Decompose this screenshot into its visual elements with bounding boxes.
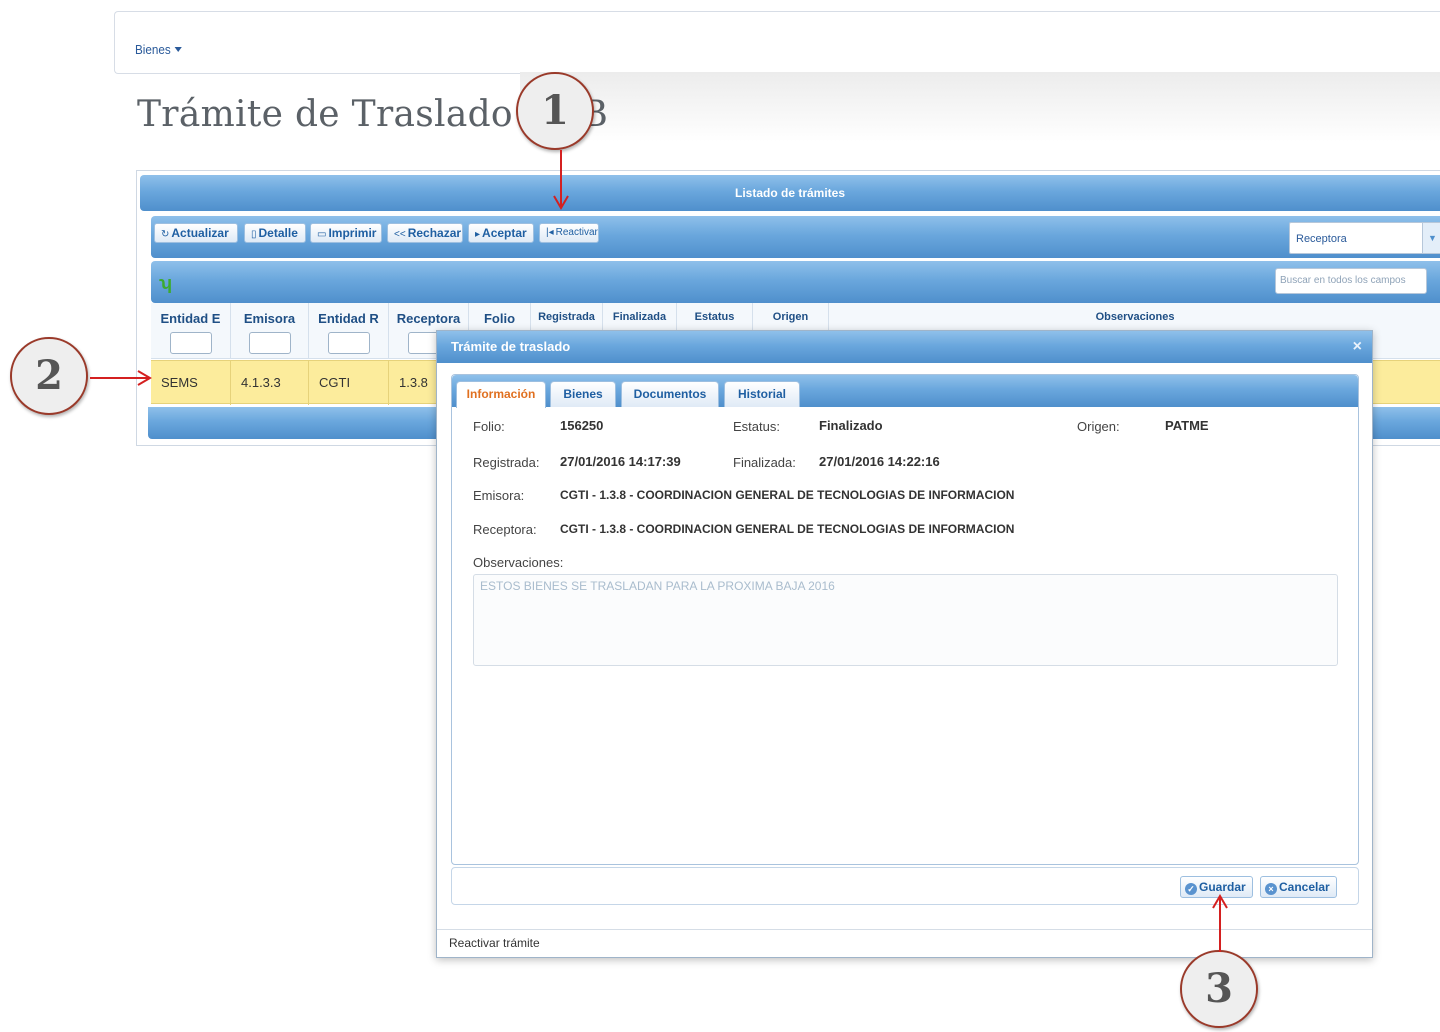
search-input[interactable]: Buscar en todos los campos [1275, 268, 1427, 294]
observaciones-textarea[interactable]: ESTOS BIENES SE TRASLADAN PARA LA PROXIM… [473, 574, 1338, 666]
skip-back-icon: |◂ [546, 227, 554, 238]
column-label: Origen [772, 311, 809, 323]
folio-value: 156250 [560, 418, 604, 433]
detalle-label: Detalle [258, 226, 298, 240]
tramite-dialog: Trámite de traslado × Información Bienes… [436, 330, 1373, 958]
caret-down-icon [174, 47, 182, 52]
reactivar-label: Reactivar [555, 227, 598, 238]
top-menu-bar: Bienes [114, 11, 1440, 74]
column-label: Entidad R [318, 311, 379, 326]
grid-toolbar: ↻ Actualizar ▯ Detalle ▭ Imprimir << Rechaza… [151, 216, 1440, 258]
rechazar-label: Rechazar [407, 226, 462, 240]
cancelar-label: Cancelar [1279, 880, 1330, 894]
dialog-button-bar: ✓ Guardar × Cancelar [451, 867, 1359, 905]
cancelar-button[interactable]: × Cancelar [1260, 876, 1337, 898]
step-callout-1: 1 [516, 72, 594, 150]
aceptar-button[interactable]: ▸ Aceptar [468, 223, 534, 243]
step-callout-3: 3 [1180, 950, 1258, 1028]
estatus-value: Finalizado [819, 418, 883, 433]
column-filter-input[interactable] [169, 332, 212, 354]
receptora-value: CGTI - 1.3.8 - COORDINACION GENERAL DE T… [560, 522, 1015, 536]
finalizada-value: 27/01/2016 14:22:16 [819, 454, 940, 469]
dialog-title: Trámite de traslado × [437, 331, 1372, 363]
imprimir-button[interactable]: ▭ Imprimir [310, 223, 382, 243]
grid-caption: Listado de trámites [140, 175, 1440, 211]
tab-strip: Información Bienes Documentos Historial [452, 375, 1358, 408]
column-label: Folio [483, 311, 516, 326]
aceptar-label: Aceptar [482, 226, 527, 240]
origen-label: Origen: [1077, 419, 1120, 434]
clipboard-icon: ▯ [251, 229, 257, 240]
step-callout-2: 2 [10, 337, 88, 415]
folio-label: Folio: [473, 419, 505, 434]
rewind-icon: << [394, 229, 406, 240]
guardar-label: Guardar [1199, 880, 1246, 894]
column-label: Observaciones [1095, 311, 1175, 323]
close-icon[interactable]: × [1353, 331, 1362, 363]
tab-historial[interactable]: Historial [724, 381, 800, 407]
column-label: Registrada [538, 311, 595, 323]
filter-select[interactable]: Receptora ▼ [1289, 222, 1440, 254]
column-label: Estatus [694, 311, 735, 323]
play-icon: ▸ [475, 229, 481, 240]
origen-value: PATME [1165, 418, 1209, 433]
emisora-label: Emisora: [473, 488, 525, 503]
detalle-button[interactable]: ▯ Detalle [244, 223, 306, 243]
column-label: Receptora [396, 311, 461, 326]
tab-panel: Información Bienes Documentos Historial … [451, 374, 1359, 865]
column-filter-input[interactable] [248, 332, 291, 354]
bienes-menu-label: Bienes [135, 42, 171, 57]
bienes-menu[interactable]: Bienes [135, 42, 182, 57]
receptora-label: Receptora: [473, 522, 537, 537]
dropdown-arrow-icon[interactable]: ▼ [1422, 223, 1440, 253]
guardar-button[interactable]: ✓ Guardar [1180, 876, 1253, 898]
refresh-icon: ↻ [161, 229, 170, 240]
check-icon: ✓ [1185, 883, 1197, 895]
tab-informacion[interactable]: Información [456, 381, 546, 408]
column-header[interactable]: Entidad R [309, 303, 389, 359]
table-cell: SEMS [151, 361, 231, 405]
column-header[interactable]: Entidad E [151, 303, 231, 359]
estatus-label: Estatus: [733, 419, 780, 434]
column-label: Entidad E [160, 311, 221, 326]
registrada-value: 27/01/2016 14:17:39 [560, 454, 681, 469]
table-cell: CGTI [309, 361, 389, 405]
filter-select-value: Receptora [1296, 233, 1347, 245]
header-fade [520, 72, 1440, 142]
tab-documentos[interactable]: Documentos [621, 381, 719, 407]
cancel-icon: × [1265, 883, 1277, 895]
observaciones-label: Observaciones: [473, 555, 564, 570]
tab-bienes[interactable]: Bienes [550, 381, 616, 407]
rechazar-button[interactable]: << Rechazar [387, 223, 463, 243]
reactivar-button[interactable]: |◂ Reactivar [539, 223, 599, 243]
column-label: Emisora [243, 311, 296, 326]
column-header[interactable]: Emisora [231, 303, 309, 359]
column-label: Finalizada [612, 311, 667, 323]
finalizada-label: Finalizada: [733, 455, 796, 470]
print-icon: ▭ [317, 229, 327, 240]
registrada-label: Registrada: [473, 455, 540, 470]
actualizar-label: Actualizar [171, 226, 229, 240]
emisora-value: CGTI - 1.3.8 - COORDINACION GENERAL DE T… [560, 488, 1015, 502]
actualizar-button[interactable]: ↻ Actualizar [154, 223, 238, 243]
search-bar: ʮ Buscar en todos los campos [151, 261, 1440, 303]
imprimir-label: Imprimir [328, 226, 377, 240]
app-logo-icon: ʮ [159, 273, 173, 293]
column-filter-input[interactable] [327, 332, 370, 354]
table-cell: 4.1.3.3 [231, 361, 309, 405]
dialog-title-text: Trámite de traslado [451, 339, 571, 354]
